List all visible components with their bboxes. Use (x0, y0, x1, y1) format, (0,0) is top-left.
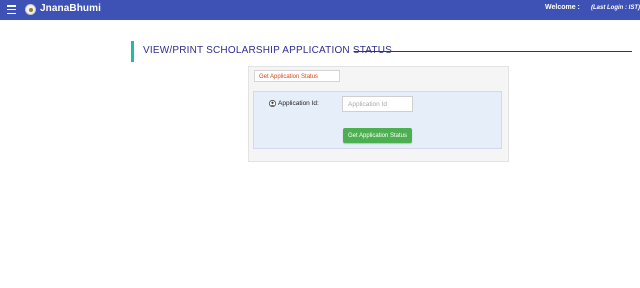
title-underline (354, 51, 632, 52)
application-id-input[interactable] (342, 96, 413, 112)
tab-get-application-status[interactable]: Get Application Status (254, 70, 340, 82)
top-navbar: JnanaBhumi Welcome : (Last Login : IST) (0, 0, 640, 20)
user-circle-icon (269, 100, 276, 107)
welcome-label: Welcome : (545, 4, 580, 11)
brand-name: JnanaBhumi (40, 3, 102, 14)
title-accent-bar (131, 41, 134, 62)
application-id-label: Application Id: (278, 100, 319, 107)
hamburger-menu-icon[interactable] (7, 5, 16, 15)
emblem-logo (25, 4, 36, 15)
get-application-status-button[interactable]: Get Application Status (343, 128, 412, 143)
last-login-text: (Last Login : IST) (591, 4, 640, 11)
